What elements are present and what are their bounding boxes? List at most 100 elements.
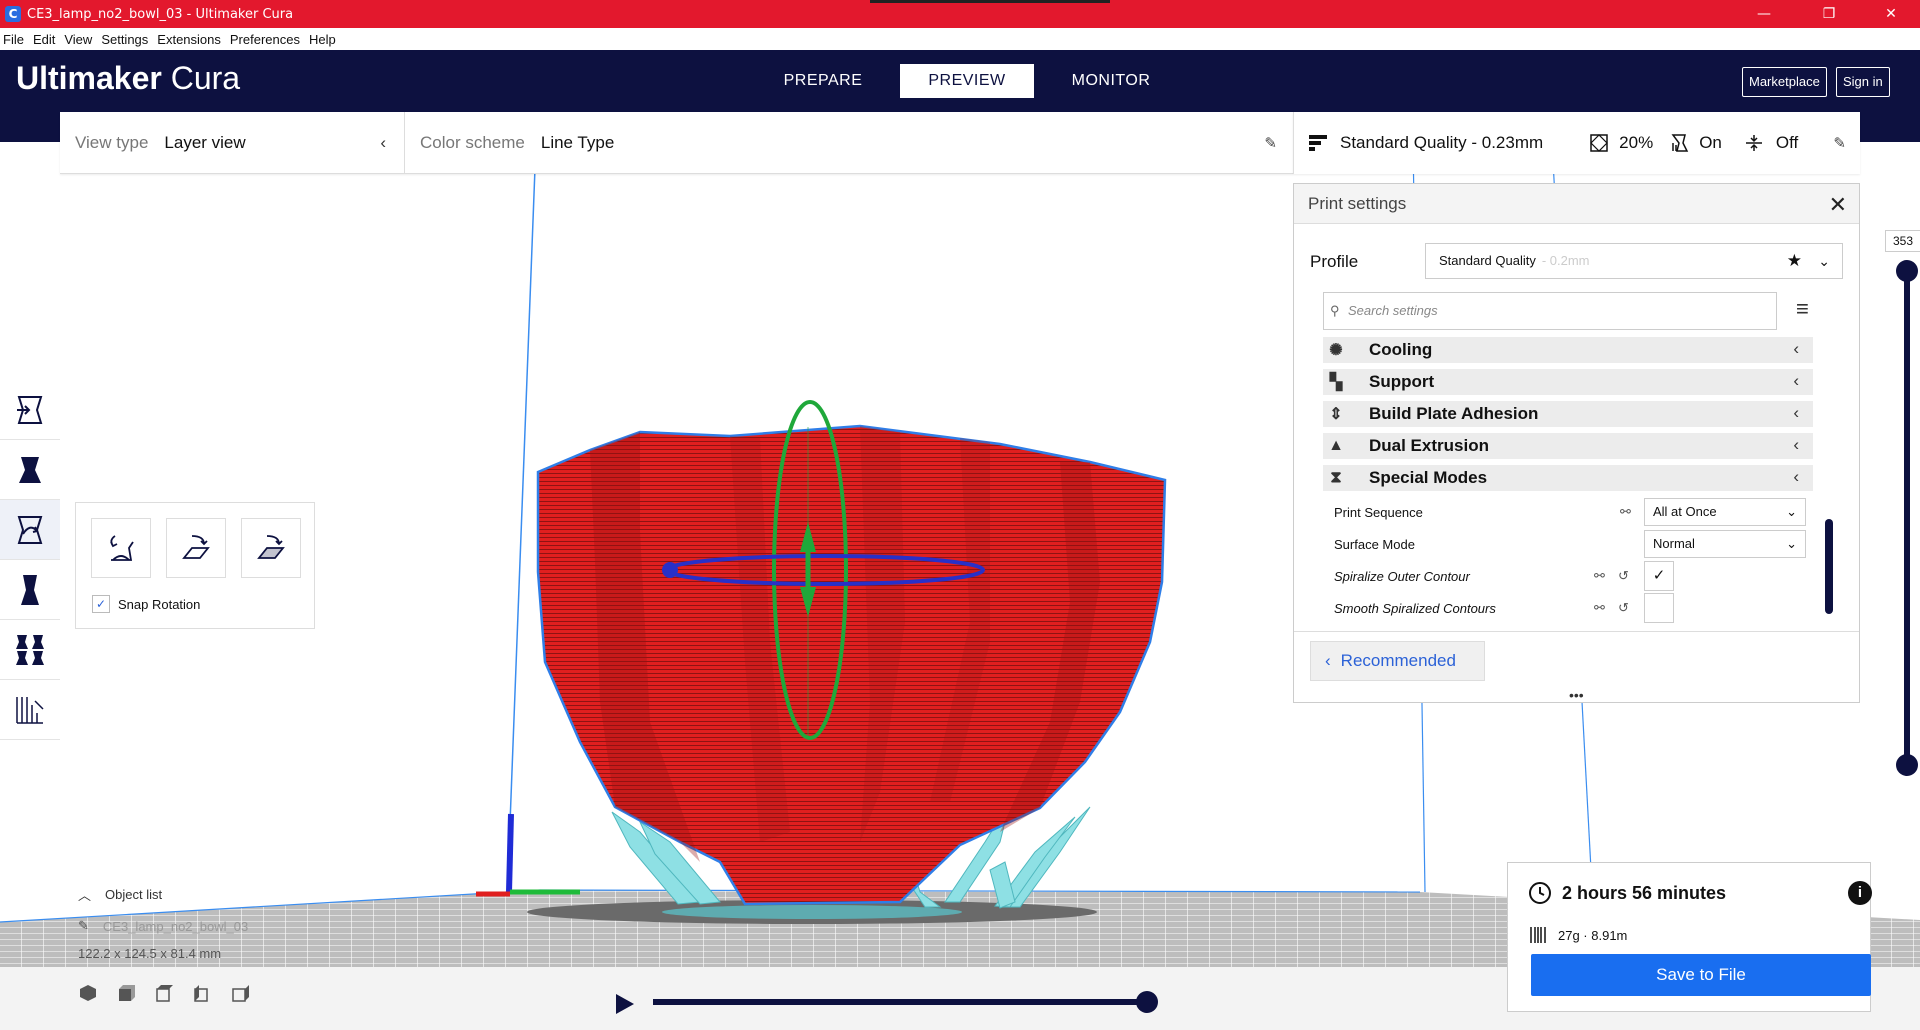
special-modes-icon: ⧗: [1330, 469, 1342, 486]
per-model-settings-button[interactable]: [0, 620, 60, 680]
menu-extensions[interactable]: Extensions: [157, 32, 221, 47]
layer-number-input[interactable]: 353: [1885, 230, 1920, 252]
search-settings-input[interactable]: ⚲ Search settings: [1323, 292, 1777, 330]
chevron-left-icon: ‹: [1793, 403, 1799, 422]
pencil-icon[interactable]: ✎: [78, 918, 89, 934]
select-value: Normal: [1653, 536, 1695, 551]
support-blocker-icon: [16, 696, 44, 724]
reset-icon[interactable]: ↺: [1618, 600, 1629, 616]
layer-slider-upper-handle[interactable]: [1896, 260, 1918, 282]
profile-value: Standard Quality: [1439, 253, 1536, 268]
recommended-button[interactable]: ‹ Recommended: [1310, 641, 1485, 681]
object-dimensions: 122.2 x 124.5 x 81.4 mm: [78, 946, 222, 961]
support-icon: ▚: [1329, 374, 1343, 391]
layer-slider-track[interactable]: [1904, 268, 1910, 765]
info-icon[interactable]: i: [1848, 881, 1872, 905]
object-list-toggle[interactable]: ︿ Object list: [78, 885, 250, 904]
camera-view-buttons: [78, 983, 250, 1003]
menu-edit[interactable]: Edit: [33, 32, 55, 47]
select-face-to-align-button[interactable]: [241, 518, 301, 578]
tab-monitor[interactable]: MONITOR: [1044, 64, 1178, 98]
spiralize-checkbox[interactable]: ✓: [1644, 561, 1674, 591]
path-slider-handle[interactable]: [1136, 991, 1158, 1013]
category-label: Support: [1369, 372, 1435, 391]
save-to-file-button[interactable]: Save to File: [1531, 954, 1871, 996]
setting-surface-mode: Surface Mode Normal ⌄: [1334, 528, 1814, 560]
link-icon[interactable]: ⚯: [1620, 504, 1631, 520]
color-scheme-selector[interactable]: Color scheme Line Type ✎: [405, 112, 1293, 174]
category-dual-extrusion[interactable]: ▲ Dual Extrusion ‹: [1323, 433, 1813, 459]
category-support[interactable]: ▚ Support ‹: [1323, 369, 1813, 395]
link-icon[interactable]: ⚯: [1594, 568, 1605, 584]
window-titlebar: C CE3_lamp_no2_bowl_03 - Ultimaker Cura …: [0, 0, 1920, 28]
print-time: 2 hours 56 minutes: [1562, 882, 1727, 903]
minimize-button[interactable]: —: [1735, 0, 1793, 28]
reset-rotation-button[interactable]: [91, 518, 151, 578]
category-label: Cooling: [1369, 340, 1433, 359]
chevron-left-icon: ‹: [1325, 651, 1331, 670]
axis-indicator: [476, 813, 580, 897]
pencil-icon: ✎: [1833, 135, 1846, 152]
top-view-icon[interactable]: [154, 983, 174, 1003]
support-value: On: [1699, 133, 1722, 152]
3d-view-icon[interactable]: [78, 983, 98, 1003]
chevron-left-icon: ‹: [1793, 339, 1799, 358]
reset-icon[interactable]: ↺: [1618, 568, 1629, 584]
right-view-icon[interactable]: [230, 983, 250, 1003]
front-view-icon[interactable]: [116, 983, 136, 1003]
menu-file[interactable]: File: [3, 32, 24, 47]
menu-help[interactable]: Help: [309, 32, 336, 47]
play-icon[interactable]: [612, 992, 636, 1016]
link-icon[interactable]: ⚯: [1594, 600, 1605, 616]
mirror-tool-button[interactable]: [0, 560, 60, 620]
snap-rotation-checkbox[interactable]: ✓: [92, 595, 110, 613]
settings-scrollbar[interactable]: [1825, 519, 1833, 614]
category-cooling[interactable]: ✺ Cooling ‹: [1323, 337, 1813, 363]
maximize-button[interactable]: ❐: [1800, 0, 1858, 28]
surface-mode-select[interactable]: Normal ⌄: [1644, 530, 1806, 558]
support-blocker-button[interactable]: [0, 680, 60, 740]
profile-dropdown[interactable]: Standard Quality - 0.2mm ★ ⌄: [1425, 243, 1843, 279]
menu-view[interactable]: View: [64, 32, 92, 47]
cura-app-icon: C: [5, 6, 21, 22]
reset-rotation-icon: [110, 535, 134, 561]
pencil-icon: ✎: [1264, 135, 1277, 152]
tab-preview[interactable]: PREVIEW: [900, 64, 1034, 98]
chevron-left-icon: ‹: [380, 133, 386, 152]
close-icon[interactable]: ✕: [1829, 192, 1847, 218]
rotate-tool-button[interactable]: [0, 500, 60, 560]
path-slider-track[interactable]: [653, 999, 1148, 1005]
divider: [1294, 631, 1859, 632]
layer-slider-lower-handle[interactable]: [1896, 754, 1918, 776]
star-icon[interactable]: ★: [1787, 244, 1802, 278]
snap-rotation-label: Snap Rotation: [118, 596, 201, 612]
menu-settings[interactable]: Settings: [101, 32, 148, 47]
signin-button[interactable]: Sign in: [1836, 67, 1890, 97]
scale-tool-button[interactable]: [0, 440, 60, 500]
settings-menu-icon[interactable]: ≡: [1796, 296, 1809, 322]
tool-strip: [0, 380, 60, 740]
view-type-selector[interactable]: View type Layer view ‹: [60, 112, 405, 174]
search-icon: ⚲: [1330, 303, 1340, 318]
print-setup-selector[interactable]: Standard Quality - 0.23mm 20% On Off ✎: [1293, 112, 1860, 174]
left-view-icon[interactable]: [192, 983, 212, 1003]
resize-handle-icon[interactable]: •••: [1569, 687, 1584, 703]
setting-label: Spiralize Outer Contour: [1334, 568, 1470, 584]
move-tool-button[interactable]: [0, 380, 60, 440]
category-special-modes[interactable]: ⧗ Special Modes ‹: [1323, 465, 1813, 491]
category-label: Dual Extrusion: [1369, 436, 1489, 455]
print-settings-title: Print settings: [1308, 193, 1407, 213]
marketplace-button[interactable]: Marketplace: [1742, 67, 1827, 97]
object-list-label: Object list: [105, 887, 163, 902]
lay-flat-button[interactable]: [166, 518, 226, 578]
category-build-plate-adhesion[interactable]: ⇕ Build Plate Adhesion ‹: [1323, 401, 1813, 427]
smooth-spiralized-checkbox[interactable]: [1644, 593, 1674, 623]
adhesion-icon: [1745, 135, 1762, 151]
print-sequence-select[interactable]: All at Once ⌄: [1644, 498, 1806, 526]
menu-preferences[interactable]: Preferences: [230, 32, 300, 47]
tab-prepare[interactable]: PREPARE: [756, 64, 890, 98]
dual-extrusion-icon: ▲: [1328, 437, 1344, 454]
recommended-label: Recommended: [1340, 651, 1456, 670]
close-window-button[interactable]: ✕: [1862, 0, 1920, 28]
view-options-bar: View type Layer view ‹ Color scheme Line…: [60, 112, 1293, 174]
